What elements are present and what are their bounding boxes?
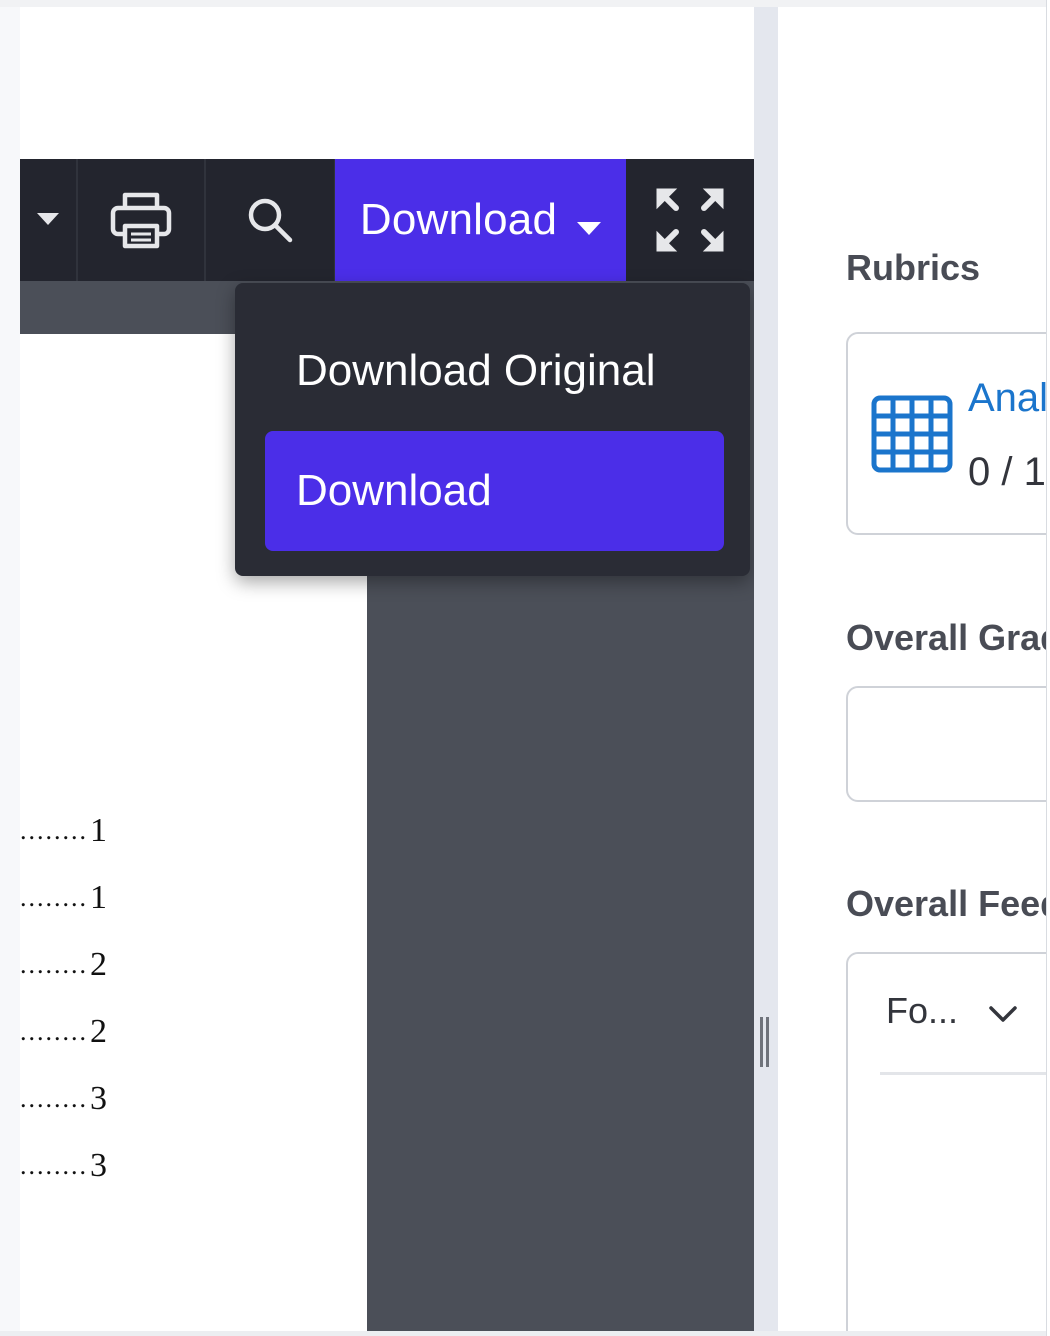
download-button[interactable]: Download: [335, 159, 626, 281]
format-select-value: Fo...: [886, 990, 959, 1031]
overall-feedback-heading: Overall Feedback: [846, 883, 1046, 924]
menu-item-label: Download Original: [296, 346, 656, 395]
pane-resize-divider[interactable]: [754, 7, 778, 1331]
frame-right-edge: [1046, 0, 1050, 1336]
document-toolbar: Download: [20, 159, 754, 281]
toc-page-number: 2: [90, 946, 107, 983]
dropdown-caret-icon[interactable]: [20, 159, 76, 281]
toc-leader: ........: [20, 883, 88, 912]
toc-line: ........ 3: [20, 1145, 130, 1185]
chevron-down-icon: [988, 990, 1018, 1032]
toc-page-number: 3: [90, 1080, 107, 1117]
printer-icon[interactable]: [78, 159, 204, 281]
resize-grip-icon: [760, 1017, 763, 1067]
download-button-label: Download: [359, 195, 558, 244]
overall-grade-input[interactable]: [846, 686, 1046, 802]
chevron-down-icon: [577, 197, 602, 247]
toc-line: ........ 1: [20, 877, 130, 917]
toc-page-number: 1: [90, 879, 107, 916]
resize-grip-icon: [766, 1017, 769, 1067]
rubric-score: 0 / 1: [968, 450, 1046, 494]
overall-grade-heading: Overall Grade: [846, 617, 1046, 658]
toc-line: ........ 3: [20, 1078, 130, 1118]
menu-item-download[interactable]: Download: [265, 431, 724, 551]
frame-left-edge: [0, 0, 20, 1336]
toc-leader: ........: [20, 1151, 88, 1180]
grading-panel: Rubrics Anal 0 / 1 Overall Grade Overall…: [778, 7, 1046, 1331]
toc-line: ........ 2: [20, 1011, 130, 1051]
toc-page-number: 1: [90, 812, 107, 849]
toc-leader: ........: [20, 950, 88, 979]
toc-page-number: 2: [90, 1013, 107, 1050]
toc-line: ........ 1: [20, 810, 130, 850]
format-select[interactable]: Fo...: [886, 990, 1018, 1032]
toc-leader: ........: [20, 816, 88, 845]
rubric-card[interactable]: Anal 0 / 1: [846, 332, 1046, 535]
toc-line: ........ 2: [20, 944, 130, 984]
search-icon[interactable]: [206, 159, 334, 281]
editor-toolbar-divider: [880, 1072, 1046, 1075]
feedback-editor[interactable]: Fo...: [846, 952, 1046, 1331]
toc-leader: ........: [20, 1084, 88, 1113]
toc-page-number: 3: [90, 1147, 107, 1184]
rubrics-heading: Rubrics: [846, 247, 981, 288]
expand-icon[interactable]: [626, 159, 754, 281]
rubric-name-link[interactable]: Anal: [968, 376, 1046, 421]
menu-item-download-original[interactable]: Download Original: [265, 311, 724, 431]
toc-leader: ........: [20, 1017, 88, 1046]
menu-item-label: Download: [296, 466, 492, 515]
viewer-header-area: [20, 7, 754, 159]
frame-bottom-edge: [0, 1331, 1050, 1336]
download-menu: Download Original Download: [235, 283, 750, 576]
frame-top-edge: [0, 0, 1050, 7]
grid-icon: [870, 392, 954, 481]
